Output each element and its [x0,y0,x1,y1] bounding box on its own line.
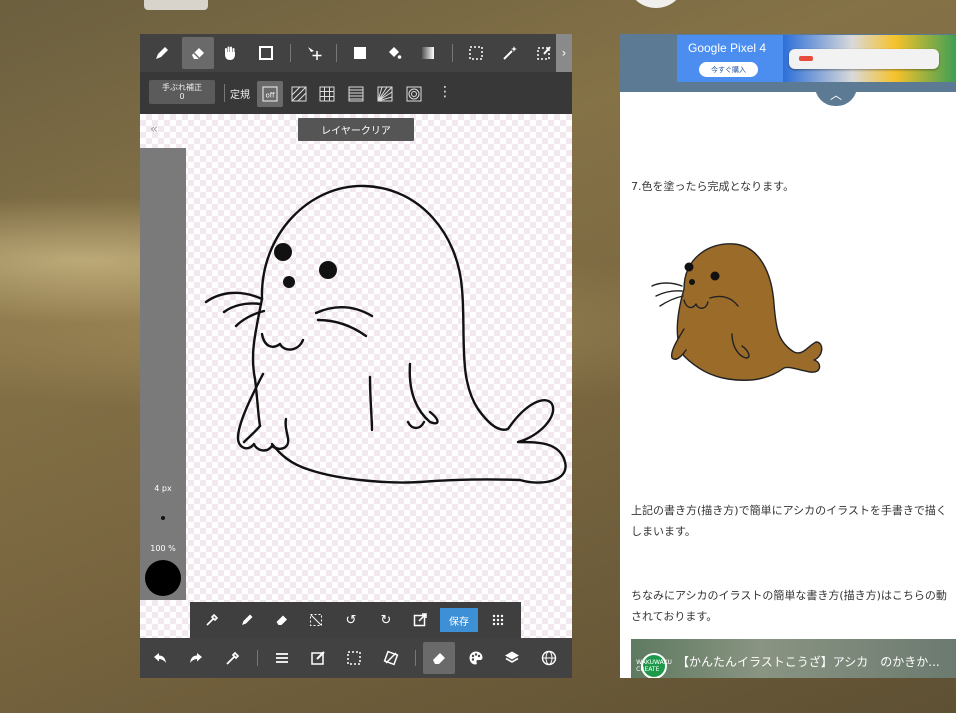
ruler-lines-icon[interactable] [343,81,369,107]
ruler-off-text: off [265,92,274,100]
colored-seal-image [651,243,823,381]
pen-icon[interactable] [146,37,178,69]
eraser-icon[interactable] [423,642,455,674]
chevron-right-icon[interactable]: › [556,34,572,72]
sub-toolbar: 手ぶれ補正 0 定規 off ⋮ [140,72,572,114]
hand-icon[interactable] [214,37,246,69]
grid-menu-icon[interactable] [484,606,512,634]
ruler-concentric-icon[interactable] [401,81,427,107]
paragraph-2-line-2: されております。 [631,610,718,623]
step-text: 7.色を塗ったら完成となります。 [631,180,795,193]
fill-rect-icon[interactable] [344,37,376,69]
brush-size-label: 4 px [154,484,172,493]
bucket-icon[interactable] [378,37,410,69]
magic-wand-icon[interactable] [494,37,526,69]
ad-buy-button[interactable]: 今すぐ購入 [699,62,758,77]
phone-image [789,49,939,69]
paragraph-1-line-2: しまいます。 [631,525,696,538]
video-embed[interactable]: WAKUWAKU CREATE 【かんたんイラストこうざ】アシカ のかきか... [631,639,956,678]
layer-clear-toast: レイヤークリア [298,118,414,141]
menu-icon[interactable] [266,642,298,674]
eyedropper-icon[interactable] [217,642,249,674]
toolbar-divider [415,650,416,666]
chevron-up-icon[interactable]: ︿ [815,86,857,106]
export-icon[interactable] [406,606,434,634]
ruler-parallel-icon[interactable] [286,81,312,107]
rectangle-icon[interactable] [250,37,282,69]
stabilizer-value: 0 [179,92,185,101]
paragraph-2-line-1: ちなみにアシカのイラストの簡単な書き方(描き方)はこちらの動 [631,589,947,602]
ruler-off-button[interactable]: off [257,81,283,107]
collapse-panel-icon[interactable]: « [150,122,158,137]
rotate-right-icon[interactable]: ↻ [372,606,400,634]
toolbar-divider [224,84,225,102]
transform-icon[interactable] [375,642,407,674]
pen-icon[interactable] [233,606,261,634]
toolbar-divider [336,44,337,62]
background-circle-button[interactable] [628,0,684,8]
ruler-grid-icon[interactable] [314,81,340,107]
save-button[interactable]: 保存 [440,608,478,632]
paragraph-1-line-1: 上記の書き方(描き方)で簡単にアシカのイラストを手書きで描く [631,504,947,517]
toolbar-divider [452,44,453,62]
eraser-icon[interactable] [268,606,296,634]
video-title[interactable]: 【かんたんイラストこうざ】アシカ のかきか... [677,653,940,670]
palette-icon[interactable] [460,642,492,674]
stabilizer-label: 手ぶれ補正 [162,83,202,92]
clear-selection-icon[interactable] [302,606,330,634]
redo-icon[interactable] [180,642,212,674]
opacity-label: 100 % [150,544,176,553]
undo-icon[interactable] [144,642,176,674]
selection-icon[interactable] [460,37,492,69]
browser-window: Google Pixel 4 今すぐ購入 ︿ 7.色を塗ったら完成となります。 … [620,34,956,678]
top-toolbar: › [140,34,572,72]
globe-icon[interactable] [533,642,565,674]
toolbar-divider [257,650,258,666]
bottom-toolbar [140,638,572,678]
more-options-icon[interactable]: ⋮ [438,84,452,100]
drawing-app-window: › 手ぶれ補正 0 定規 off ⋮ « レイヤークリア 4 px 100 % … [140,34,572,678]
brush-size-preview [161,516,165,520]
toolbar-divider [290,44,291,62]
eyedropper-icon[interactable] [198,606,226,634]
rotate-left-icon[interactable]: ↺ [337,606,365,634]
move-icon[interactable] [298,37,330,69]
ruler-label: 定規 [230,90,250,101]
stabilizer-button[interactable]: 手ぶれ補正 0 [149,80,215,104]
gradient-icon[interactable] [412,37,444,69]
background-window-stub [144,0,208,10]
channel-logo: WAKUWAKU CREATE [636,653,672,678]
brush-sidebar[interactable]: 4 px 100 % [140,148,186,600]
drawing-canvas[interactable]: « レイヤークリア 4 px 100 % [140,114,572,638]
ad-brand: Google Pixel 4 [688,41,767,55]
eraser-icon[interactable] [182,37,214,69]
color-swatch[interactable] [145,560,181,596]
edit-icon[interactable] [302,642,334,674]
selection-icon[interactable] [338,642,370,674]
seal-line-art [204,184,567,484]
layers-icon[interactable] [496,642,528,674]
ad-banner-bar: Google Pixel 4 今すぐ購入 [620,34,956,92]
quick-toolbar: ↺ ↻ 保存 [190,602,521,638]
ruler-perspective-icon[interactable] [372,81,398,107]
pixel-ad[interactable]: Google Pixel 4 今すぐ購入 [677,35,956,82]
